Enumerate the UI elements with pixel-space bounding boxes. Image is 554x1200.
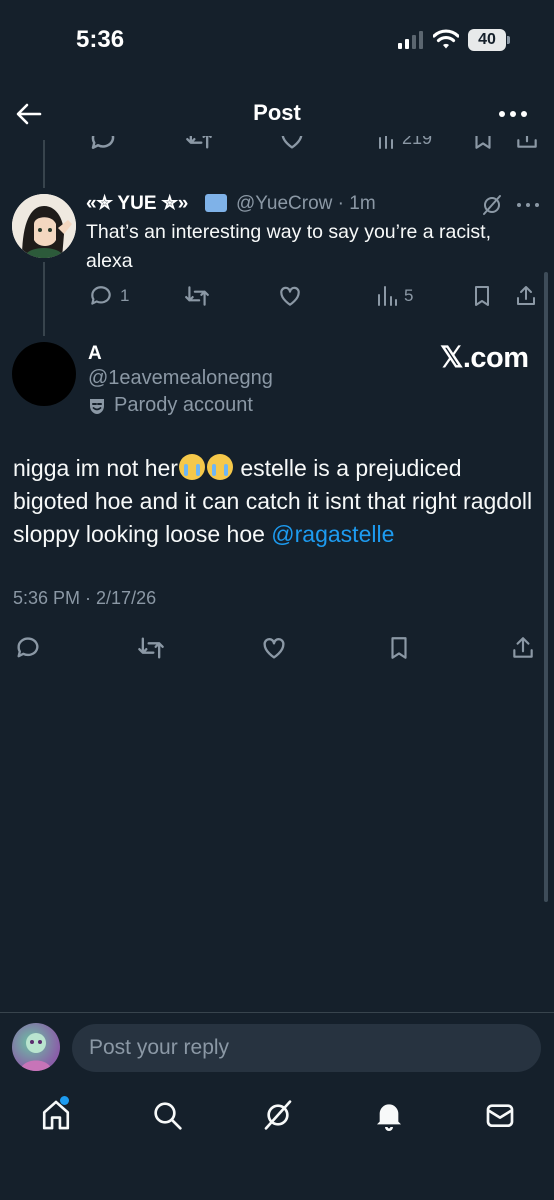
parody-mask-icon xyxy=(90,398,104,414)
previous-tweet-actions: 219 xyxy=(0,136,554,158)
battery-indicator: 40 xyxy=(468,29,506,51)
reply-input[interactable]: Post your reply xyxy=(72,1024,541,1072)
notifications-icon[interactable] xyxy=(373,1098,405,1132)
reply-time: · 1m xyxy=(337,193,376,214)
messages-icon[interactable] xyxy=(484,1098,516,1132)
status-time: 5:36 xyxy=(76,26,125,53)
composer-divider xyxy=(0,1012,554,1013)
my-avatar[interactable] xyxy=(12,1023,60,1071)
mention-link[interactable]: @ragastelle xyxy=(271,521,394,547)
scrollbar[interactable] xyxy=(544,272,548,902)
reply-count: 1 xyxy=(120,286,130,305)
more-icon[interactable] xyxy=(498,104,528,124)
share-icon[interactable] xyxy=(514,283,538,309)
grok-icon[interactable] xyxy=(262,1098,294,1132)
grok-icon[interactable] xyxy=(480,192,504,218)
home-notification-dot xyxy=(60,1096,69,1105)
like-icon[interactable] xyxy=(260,634,288,662)
views-icon xyxy=(378,286,397,306)
wifi-icon xyxy=(433,29,459,49)
cellular-signal-icon xyxy=(398,31,423,49)
reply-reply-button[interactable]: 1 xyxy=(88,283,129,309)
like-icon xyxy=(280,286,300,306)
reply-handle[interactable]: @YueCrow xyxy=(236,193,332,214)
reply-handle-time[interactable]: @YueCrow · 1m xyxy=(236,193,376,215)
battery-tip xyxy=(507,36,510,44)
repost-icon[interactable] xyxy=(136,634,166,662)
page-title: Post xyxy=(253,100,301,125)
post-body: nigga im not her estelle is a prejudiced… xyxy=(13,452,543,551)
post-text-part1: nigga im not her xyxy=(13,455,178,481)
bookmark-icon[interactable] xyxy=(470,283,494,309)
search-icon[interactable] xyxy=(151,1098,183,1132)
ice-emoji-badge xyxy=(205,194,227,212)
thread-line-reply xyxy=(43,262,45,336)
views-count: 5 xyxy=(404,286,414,305)
post-timestamp[interactable]: 5:36 PM · 2/17/26 xyxy=(13,588,156,609)
share-icon[interactable] xyxy=(510,634,536,662)
reply-more-icon[interactable] xyxy=(516,201,540,209)
reply-icon[interactable] xyxy=(14,634,42,662)
parody-label: Parody account xyxy=(88,394,253,417)
post-author-avatar[interactable] xyxy=(12,342,76,406)
reply-like-button[interactable] xyxy=(277,283,303,309)
reply-author-name[interactable]: «✮ YUE ✮» xyxy=(86,192,188,215)
xcom-watermark: 𝕏.com xyxy=(440,342,529,374)
post-author-handle[interactable]: @1eavemealonegng xyxy=(88,367,273,390)
parody-text: Parody account xyxy=(114,394,253,416)
yue-avatar[interactable] xyxy=(12,194,76,258)
reply-repost-button[interactable] xyxy=(184,283,210,309)
reply-views-button[interactable]: 5 xyxy=(376,283,413,309)
reply-icon xyxy=(91,286,111,305)
repost-icon xyxy=(185,286,209,306)
post-author-name[interactable]: A xyxy=(88,343,102,365)
bookmark-icon[interactable] xyxy=(386,634,412,662)
loudly-crying-emoji xyxy=(178,454,205,480)
reply-text: That’s an interesting way to say you’re … xyxy=(86,221,491,272)
loudly-crying-emoji xyxy=(206,454,233,480)
svg-text:219: 219 xyxy=(402,136,432,148)
